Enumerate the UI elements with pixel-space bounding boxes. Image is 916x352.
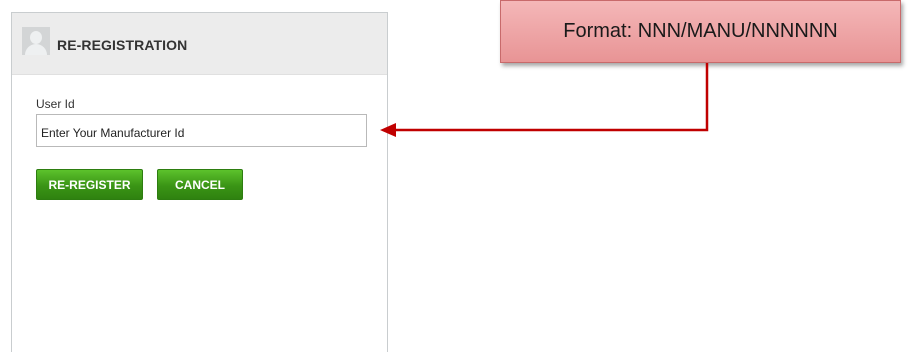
connector-line bbox=[395, 63, 709, 132]
callout-connector-arrow bbox=[380, 63, 709, 137]
arrow-head-icon bbox=[380, 123, 396, 137]
